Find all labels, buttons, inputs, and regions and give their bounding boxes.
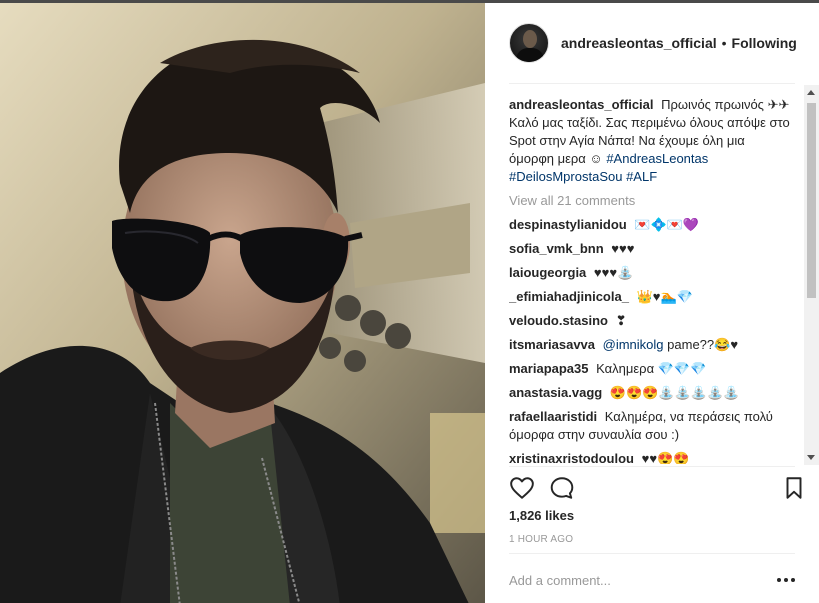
comment-text: 💌💠💌💜 — [634, 217, 700, 232]
comment-item: anastasia.vagg 😍😍😍⛲⛲⛲⛲⛲ — [509, 384, 801, 402]
comment-username[interactable]: mariapapa35 — [509, 361, 589, 376]
comment-username[interactable]: despinastylianidou — [509, 217, 627, 232]
comment-text: ♥♥♥⛲ — [593, 265, 634, 280]
comment-text: ♥♥😍😍 — [641, 451, 690, 464]
comment-item: mariapapa35 Καλημερα 💎💎💎 — [509, 360, 801, 378]
dot — [791, 578, 795, 582]
action-bar — [509, 473, 802, 503]
comment-item: despinastylianidou 💌💠💌💜 — [509, 216, 801, 234]
more-options-icon[interactable] — [777, 572, 795, 588]
scroll-thumb[interactable] — [807, 103, 816, 298]
comment-username[interactable]: sofia_vmk_bnn — [509, 241, 604, 256]
instagram-post: andreasleontas_official • Following andr… — [0, 0, 819, 603]
dot — [777, 578, 781, 582]
comments-divider — [509, 466, 795, 467]
dot — [784, 578, 788, 582]
header-username[interactable]: andreasleontas_official — [561, 35, 717, 51]
avatar[interactable] — [509, 23, 549, 63]
comment-item: itsmariasavva @imnikolg pame??😂♥ — [509, 336, 801, 354]
following-button[interactable]: Following — [732, 35, 797, 51]
comment-item: xristinaxristodoulou ♥♥😍😍 — [509, 450, 801, 464]
add-comment-bar — [509, 570, 795, 590]
comment-username[interactable]: _efimiahadjinicola_ — [509, 289, 629, 304]
comment-mention[interactable]: @imnikolg — [603, 337, 664, 352]
post-photo[interactable] — [0, 3, 485, 603]
add-comment-input[interactable] — [509, 572, 759, 588]
comments-list[interactable]: andreasleontas_official Πρωινός πρωινός … — [509, 96, 801, 464]
comment-item: sofia_vmk_bnn ♥♥♥ — [509, 240, 801, 258]
comment-bubble-icon[interactable] — [549, 475, 575, 501]
scroll-up-arrow-icon[interactable] — [807, 90, 815, 95]
comment-username[interactable]: rafaellaaristidi — [509, 409, 597, 424]
scroll-down-arrow-icon[interactable] — [807, 455, 815, 460]
comment-item: rafaellaaristidi Καλημέρα, να περάσεις π… — [509, 408, 801, 444]
comments-scrollbar[interactable] — [804, 85, 819, 465]
comment-username[interactable]: xristinaxristodoulou — [509, 451, 634, 464]
caption-username[interactable]: andreasleontas_official — [509, 97, 654, 112]
post-timestamp[interactable]: 1 HOUR AGO — [509, 534, 573, 545]
header-text: andreasleontas_official • Following — [561, 35, 797, 51]
comment-username[interactable]: anastasia.vagg — [509, 385, 602, 400]
hashtag[interactable]: #ALF — [626, 169, 657, 184]
comment-text: 😍😍😍⛲⛲⛲⛲⛲ — [609, 385, 740, 400]
post-header: andreasleontas_official • Following — [485, 3, 819, 83]
comment-text: Καλημερα 💎💎💎 — [596, 361, 707, 376]
comment-item: laiougeorgia ♥♥♥⛲ — [509, 264, 801, 282]
comment-text: 👑♥🏊💎 — [636, 289, 693, 304]
comment-item: veloudo.stasino ❣ — [509, 312, 801, 330]
comment-item: _efimiahadjinicola_ 👑♥🏊💎 — [509, 288, 801, 306]
bookmark-icon[interactable] — [781, 475, 807, 501]
header-divider — [509, 83, 795, 84]
selfie-illustration — [0, 3, 485, 603]
likes-count[interactable]: 1,826 likes — [509, 508, 574, 523]
post-details-panel: andreasleontas_official • Following andr… — [485, 3, 819, 603]
hashtag[interactable]: #DeilosMprostaSou — [509, 169, 622, 184]
footer-divider — [509, 553, 795, 554]
comment-text: ❣ — [615, 313, 627, 328]
comment-text: ♥♥♥ — [611, 241, 635, 256]
comment-username[interactable]: veloudo.stasino — [509, 313, 608, 328]
comment-username[interactable]: laiougeorgia — [509, 265, 586, 280]
comment-text: pame??😂♥ — [667, 337, 739, 352]
hashtag[interactable]: #AndreasLeontas — [606, 151, 708, 166]
heart-icon[interactable] — [509, 475, 535, 501]
comment-username[interactable]: itsmariasavva — [509, 337, 595, 352]
post-caption: andreasleontas_official Πρωινός πρωινός … — [509, 96, 801, 186]
header-separator: • — [721, 35, 727, 51]
view-all-comments-link[interactable]: View all 21 comments — [509, 192, 801, 210]
